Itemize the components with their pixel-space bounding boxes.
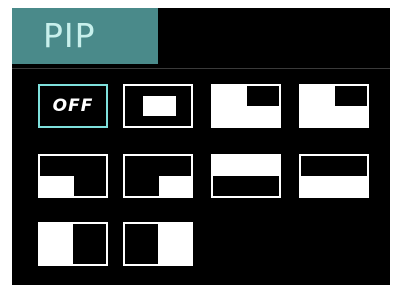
pip-title: PIP	[12, 8, 158, 64]
pip-left-half-icon	[40, 224, 73, 264]
header-divider	[12, 68, 390, 69]
pip-right-half-icon	[158, 224, 191, 264]
pip-split-top-bottom-option[interactable]	[211, 154, 281, 198]
pip-bottom-right-option[interactable]	[123, 154, 193, 198]
off-label: OFF	[52, 96, 94, 116]
pip-top-right-small-option[interactable]	[299, 84, 369, 128]
pip-top-right-option[interactable]	[211, 84, 281, 128]
pip-top-left-main-icon	[213, 86, 247, 106]
pip-bottom-fill-icon	[301, 106, 367, 126]
pip-bottom-right-icon	[159, 176, 191, 196]
pip-top-half-icon	[213, 156, 279, 176]
pip-center-option[interactable]	[123, 84, 193, 128]
pip-off-option[interactable]: OFF	[38, 84, 108, 128]
pip-bottom-half-icon	[301, 176, 367, 196]
pip-menu-panel: PIP OFF	[12, 8, 390, 285]
pip-bottom-left-icon	[40, 176, 74, 196]
pip-top-left-fill-icon	[301, 86, 335, 106]
pip-bottom-left-option[interactable]	[38, 154, 108, 198]
pip-center-icon	[143, 96, 176, 116]
pip-split-left-right-option[interactable]	[38, 222, 108, 266]
pip-split-top-bottom-alt-option[interactable]	[299, 154, 369, 198]
pip-bottom-main-icon	[213, 106, 279, 126]
pip-split-left-right-alt-option[interactable]	[123, 222, 193, 266]
